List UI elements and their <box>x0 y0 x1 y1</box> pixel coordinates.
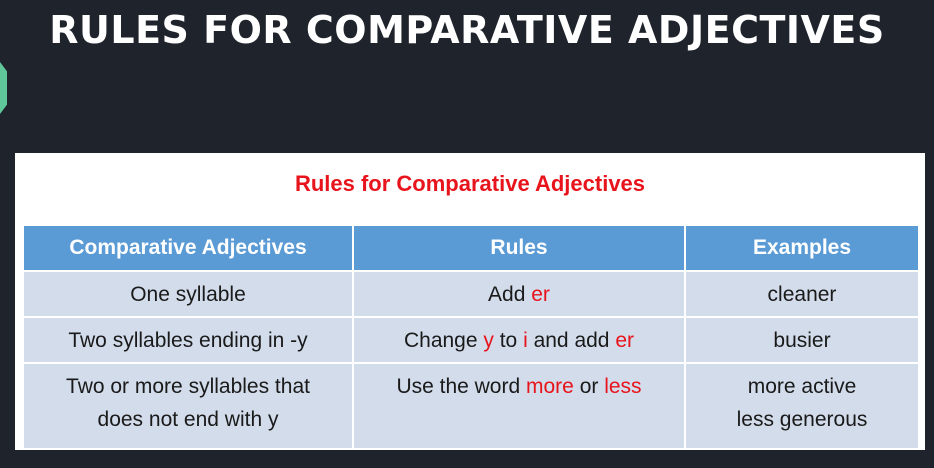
adjective-line: Two or more syllables that <box>66 375 310 398</box>
adjective-cell: Two or more syllables that does not end w… <box>22 362 354 450</box>
rule-highlight: less <box>604 375 642 398</box>
rule-text: Add <box>488 282 532 306</box>
side-tab-handle[interactable] <box>0 62 7 114</box>
adjective-line: does not end with y <box>97 408 279 431</box>
rule-highlight: er <box>615 328 635 352</box>
table-row: One syllable Add er cleaner <box>22 270 920 318</box>
rule-cell: Add er <box>352 270 686 318</box>
page-heading: RULES FOR COMPARATIVE ADJECTIVES <box>49 8 885 52</box>
rule-cell: Use the word more or less <box>352 362 686 450</box>
example-cell: cleaner <box>684 270 920 318</box>
table-row: Two or more syllables that does not end w… <box>22 362 920 450</box>
rule-highlight: more <box>526 375 574 398</box>
header-rules: Rules <box>352 224 686 272</box>
example-line: more active <box>747 375 857 398</box>
table-row: Two syllables ending in -y Change y to i… <box>22 316 920 364</box>
rule-cell: Change y to i and add er <box>352 316 686 364</box>
rule-text: to <box>493 328 524 352</box>
rule-highlight: y <box>483 328 494 352</box>
example-cell: busier <box>684 316 920 364</box>
rule-text: Use the word <box>396 375 526 398</box>
table-header-row: Comparative Adjectives Rules Examples <box>22 224 920 272</box>
slide-panel: Rules for Comparative Adjectives Compara… <box>15 153 925 450</box>
adjective-cell: Two syllables ending in -y <box>22 316 354 364</box>
rules-table: Comparative Adjectives Rules Examples On… <box>22 224 920 450</box>
rule-highlight: er <box>531 282 550 306</box>
rule-text: or <box>573 375 605 398</box>
header-examples: Examples <box>684 224 920 272</box>
rule-text: and add <box>527 328 616 352</box>
header-comparative-adjectives: Comparative Adjectives <box>22 224 354 272</box>
example-line: less generous <box>736 408 868 431</box>
rule-text: Change <box>403 328 484 352</box>
example-cell: more active less generous <box>684 362 920 450</box>
adjective-cell: One syllable <box>22 270 354 318</box>
slide-title: Rules for Comparative Adjectives <box>294 171 646 196</box>
